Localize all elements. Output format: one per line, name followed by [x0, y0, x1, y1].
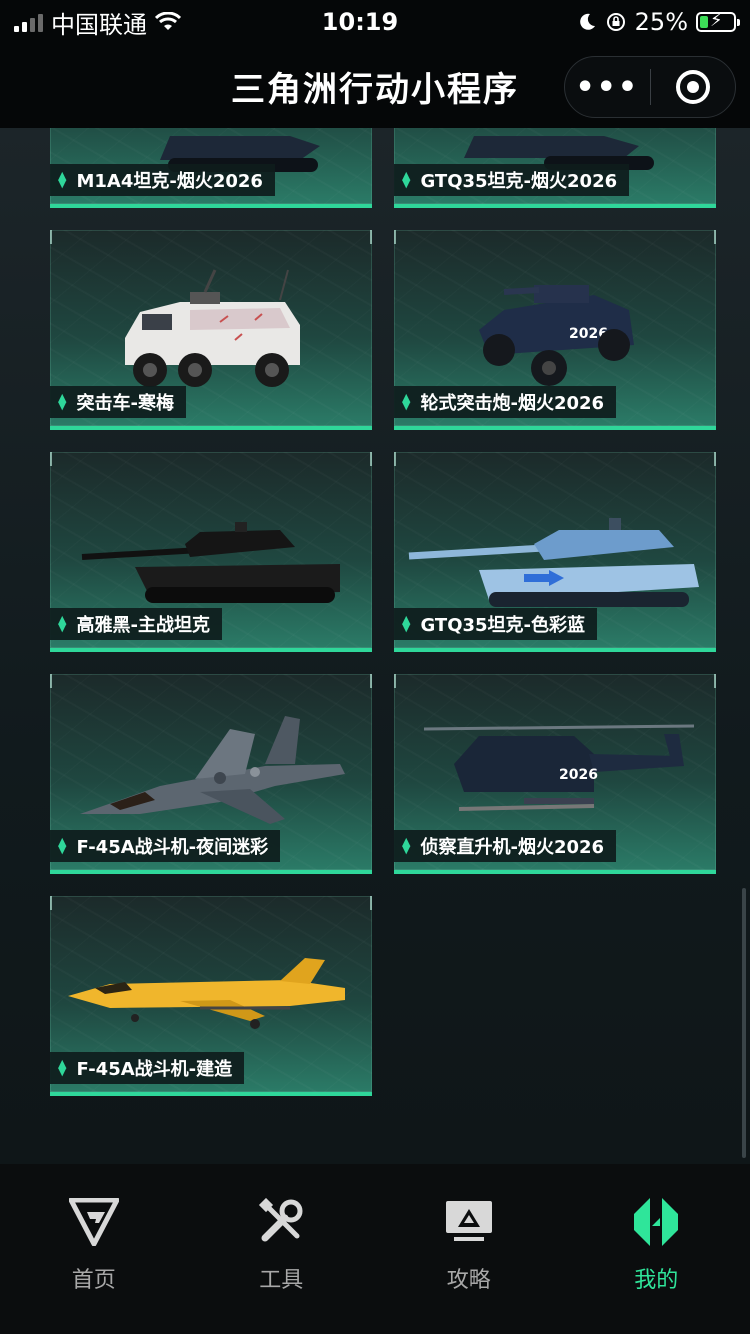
status-right: 25% ⚡	[476, 8, 740, 36]
tab-bar: 首页 工具 攻略 我的	[0, 1164, 750, 1334]
skin-card-label: ▲ ▼ F-45A战斗机-夜间迷彩	[50, 830, 281, 862]
diamond-arrows-icon: ▲ ▼	[402, 613, 411, 634]
close-button[interactable]	[651, 70, 736, 104]
guide-monitor-icon	[441, 1194, 497, 1250]
skin-card-label: ▲ ▼ 轮式突击炮-烟火2026	[394, 386, 617, 418]
skin-card[interactable]: ▲ ▼ GTQ35坦克-色彩蓝	[394, 452, 716, 652]
tab-label: 我的	[634, 1268, 679, 1293]
skin-card-label: ▲ ▼ GTQ35坦克-烟火2026	[394, 164, 630, 196]
diamond-arrows-icon: ▲ ▼	[58, 169, 67, 190]
skin-card-label: ▲ ▼ 高雅黑-主战坦克	[50, 608, 222, 640]
diamond-arrows-icon: ▲ ▼	[58, 613, 67, 634]
diamond-arrows-icon: ▲ ▼	[402, 835, 411, 856]
tab-home[interactable]: 首页	[0, 1164, 188, 1334]
battery-icon: ⚡	[696, 10, 740, 32]
carrier-label: 中国联通	[51, 10, 147, 39]
tools-icon	[253, 1194, 309, 1250]
scrollbar[interactable]	[742, 888, 746, 1158]
nav-bar: 三角洲行动小程序 •••	[0, 44, 750, 128]
tab-label: 首页	[71, 1268, 116, 1293]
skin-card-label: ▲ ▼ M1A4坦克-烟火2026	[50, 164, 275, 196]
tab-label: 工具	[259, 1268, 304, 1293]
more-dots-icon[interactable]: •••	[565, 70, 650, 105]
skin-card[interactable]: ▲ ▼ GTQ35坦克-烟火2026	[394, 128, 716, 208]
skin-card-label: ▲ ▼ 侦察直升机-烟火2026	[394, 830, 617, 862]
svg-text:2026: 2026	[559, 767, 598, 783]
skin-card-label: ▲ ▼ 突击车-寒梅	[50, 386, 186, 418]
skin-card[interactable]: ▲ ▼ F-45A战斗机-建造	[50, 896, 372, 1096]
skin-card[interactable]: ▲ ▼ 高雅黑-主战坦克	[50, 452, 372, 652]
page-title: 三角洲行动小程序	[231, 69, 519, 110]
skin-card[interactable]: 2026 ▲ ▼ 轮式突击炮-烟火2026	[394, 230, 716, 430]
diamond-arrows-icon: ▲ ▼	[58, 391, 67, 412]
skin-card[interactable]: ▲ ▼ F-45A战斗机-夜间迷彩	[50, 674, 372, 874]
home-triangle-icon	[66, 1194, 122, 1250]
skin-list[interactable]: ▲ ▼ M1A4坦克-烟火2026 ▲ ▼ GTQ35坦克-烟火2026 ▲ ▼…	[0, 128, 750, 1164]
profile-logo-icon	[628, 1194, 684, 1250]
tab-label: 攻略	[446, 1268, 491, 1293]
status-left: 中国联通	[14, 5, 274, 40]
tab-profile[interactable]: 我的	[563, 1164, 750, 1334]
diamond-arrows-icon: ▲ ▼	[402, 169, 411, 190]
skin-card[interactable]: 2026 ▲ ▼ 侦察直升机-烟火2026	[394, 674, 716, 874]
wifi-icon	[155, 12, 181, 30]
mini-program-capsule: •••	[564, 56, 736, 118]
skin-card[interactable]: ▲ ▼ M1A4坦克-烟火2026	[50, 128, 372, 208]
target-close-icon	[675, 70, 710, 104]
diamond-arrows-icon: ▲ ▼	[58, 835, 67, 856]
skin-card-label: ▲ ▼ GTQ35坦克-色彩蓝	[394, 608, 598, 640]
diamond-arrows-icon: ▲ ▼	[58, 1057, 67, 1078]
status-time: 10:19	[321, 8, 399, 36]
skin-card-label: ▲ ▼ F-45A战斗机-建造	[50, 1052, 245, 1084]
tab-guide[interactable]: 攻略	[375, 1164, 563, 1334]
battery-percent: 25%	[634, 8, 688, 36]
moon-icon	[579, 13, 595, 30]
diamond-arrows-icon: ▲ ▼	[402, 391, 411, 412]
tab-tools[interactable]: 工具	[188, 1164, 376, 1334]
skin-card[interactable]: ▲ ▼ 突击车-寒梅	[50, 230, 372, 430]
rotation-lock-icon	[606, 13, 625, 31]
signal-icon	[14, 12, 43, 32]
status-bar: 中国联通 10:19 25% ⚡	[0, 0, 750, 44]
